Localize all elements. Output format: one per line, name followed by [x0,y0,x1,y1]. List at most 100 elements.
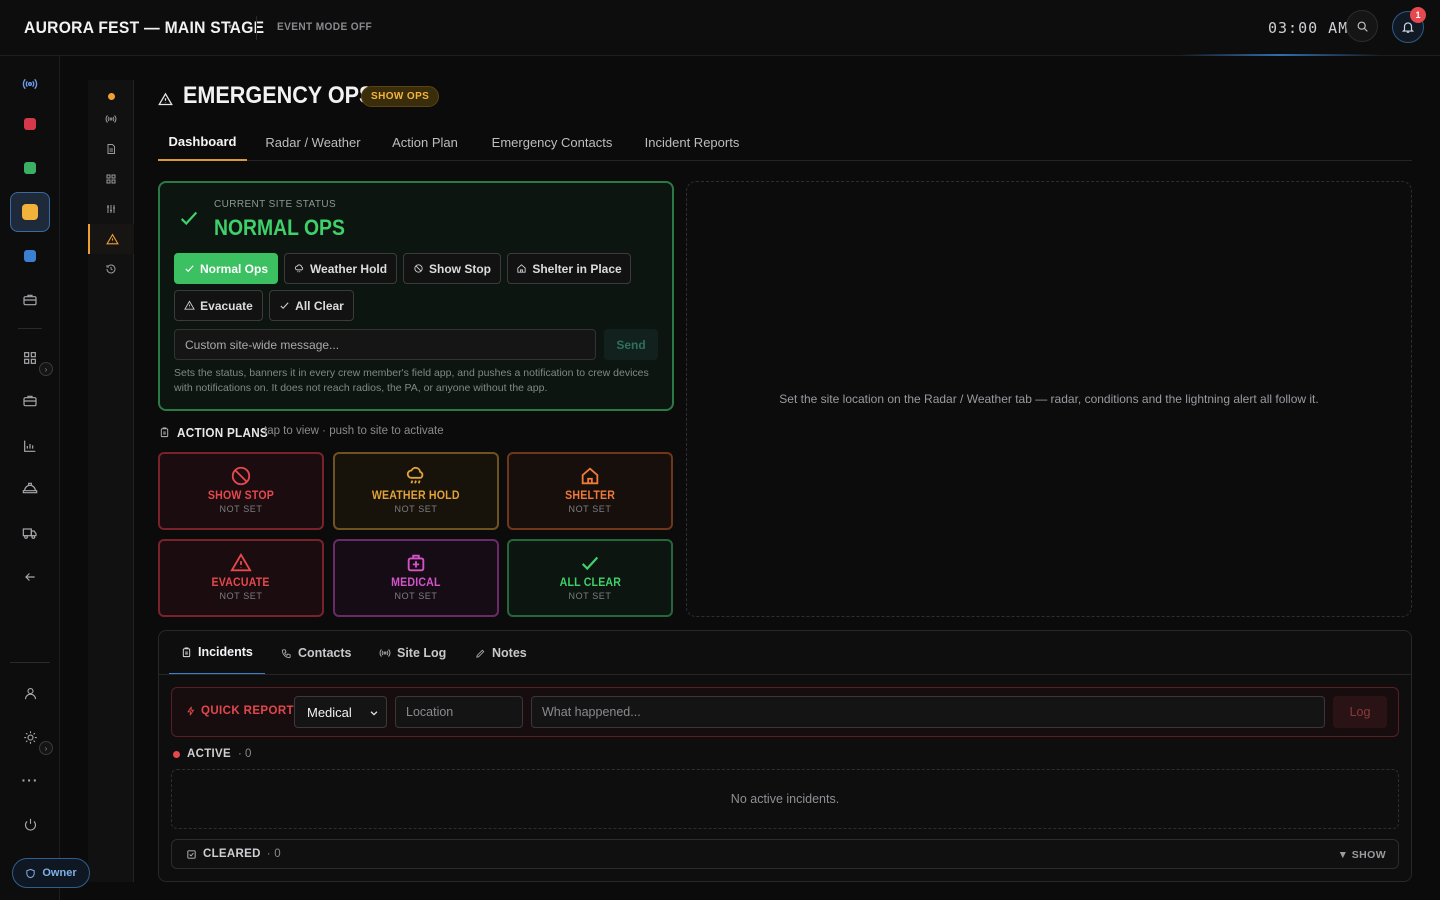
rail-item-amber[interactable] [10,192,50,232]
tab-bar: Dashboard Radar / Weather Action Plan Em… [158,124,1412,161]
chevron-down-icon[interactable]: ▾ [228,22,232,31]
location-input[interactable]: Location [395,696,523,728]
plan-title: ALL CLEAR [559,577,621,589]
search-button[interactable] [1346,10,1378,42]
ban-icon [414,264,423,273]
rail-item-briefcase[interactable] [10,381,50,421]
status-chip-show-stop[interactable]: Show Stop [403,253,501,284]
status-chip-weather-hold[interactable]: Weather Hold [284,253,397,284]
subrail-item-emergency[interactable] [88,224,134,254]
rail-item-power[interactable] [10,804,50,844]
chart-icon [24,440,36,452]
rail-item-green[interactable] [10,148,50,188]
quick-report-bar: QUICK REPORT Medical Location What happe… [171,687,1399,737]
incident-type-value: Medical [307,704,352,720]
expand-chevron-icon[interactable]: › [39,362,53,376]
send-button[interactable]: Send [604,329,658,360]
divider [256,16,257,40]
rail-item-more[interactable]: ··· [10,760,50,800]
status-chip-evacuate[interactable]: Evacuate [174,290,263,321]
plan-status: NOT SET [219,591,263,601]
status-chip-all-clear[interactable]: All Clear [269,290,354,321]
top-bar: AURORA FEST — MAIN STAGE ▾ EVENT MODE OF… [0,0,1440,56]
cloud-rain-icon [294,264,304,273]
log-button[interactable]: Log [1333,696,1387,728]
rail-item-toolbox[interactable] [10,280,50,320]
expand-chevron-icon[interactable]: › [39,741,53,755]
cleared-header: CLEARED · 0 [186,848,281,860]
tab-action-plan[interactable]: Action Plan [382,124,468,161]
rail-item-truck[interactable] [10,513,50,553]
chip-label: Shelter in Place [532,261,622,276]
rail-item-chart[interactable] [10,426,50,466]
sun-icon [23,730,37,744]
grid-icon [106,174,116,184]
subrail-item-sliders[interactable] [88,194,134,224]
owner-button[interactable]: Owner [12,858,90,888]
incident-type-select[interactable]: Medical [294,696,387,728]
status-chip-normal-ops[interactable]: Normal Ops [174,253,278,284]
rail-item-user[interactable] [10,673,50,713]
section-rail [88,80,134,882]
show-cleared-toggle[interactable]: ▼ SHOW [1338,849,1386,861]
warning-icon [230,552,252,572]
clipboard-icon [160,427,169,438]
what-happened-input[interactable]: What happened... [531,696,1325,728]
subrail-item-grid[interactable] [88,164,134,194]
plan-all-clear[interactable]: ALL CLEAR NOT SET [507,539,673,617]
action-plans-title: ACTION PLANS [177,425,268,440]
tab-site-log[interactable]: Site Log [367,631,458,675]
tab-radar-weather[interactable]: Radar / Weather [258,124,368,161]
rail-item-hardhat[interactable] [10,468,50,508]
clipboard-icon [182,646,191,657]
rail-item-red[interactable] [10,104,50,144]
plan-shelter[interactable]: SHELTER NOT SET [507,452,673,530]
tab-contacts[interactable]: Contacts [269,631,363,675]
phone-icon [281,648,291,658]
left-rail: › › ··· [0,56,60,900]
radar-message: Set the site location on the Radar / Wea… [779,392,1319,406]
lightning-icon [187,706,195,716]
tab-incident-reports[interactable]: Incident Reports [636,124,748,161]
document-icon [107,144,115,154]
history-icon [106,264,116,274]
plan-medical[interactable]: MEDICAL NOT SET [333,539,499,617]
subrail-item-document[interactable] [88,134,134,164]
plan-title: SHOW STOP [207,490,275,502]
radio-icon [22,78,38,90]
warning-icon [158,92,173,105]
event-mode-status[interactable]: EVENT MODE OFF [277,21,372,33]
checkbox-icon [187,849,196,859]
status-chip-shelter[interactable]: Shelter in Place [507,253,631,284]
subrail-item-radio[interactable] [88,104,134,134]
page-title: EMERGENCY OPS [183,82,374,109]
check-icon [280,302,289,310]
plan-status: NOT SET [568,591,612,601]
plan-title: EVACUATE [211,577,271,589]
plan-evacuate[interactable]: EVACUATE NOT SET [158,539,324,617]
plan-show-stop[interactable]: SHOW STOP NOT SET [158,452,324,530]
rail-item-radio[interactable] [10,64,50,104]
blue-square-icon [24,250,36,262]
site-message-input[interactable]: Custom site-wide message... [174,329,596,360]
subrail-item-history[interactable] [88,254,134,284]
tab-dashboard[interactable]: Dashboard [158,124,247,161]
plan-status: NOT SET [219,504,263,514]
check-icon [581,556,599,571]
tab-incidents[interactable]: Incidents [169,631,265,675]
tab-notes[interactable]: Notes [463,631,539,675]
plan-title: SHELTER [565,490,615,502]
action-plans-header: ACTION PLANS [159,425,278,440]
rail-item-blue[interactable] [10,236,50,276]
truck-icon [22,528,37,539]
collapse-button[interactable] [10,557,50,597]
rail-divider [10,662,50,663]
incidents-panel: Incidents Contacts Site Log Notes QUICK … [158,630,1412,882]
plan-weather-hold[interactable]: WEATHER HOLD NOT SET [333,452,499,530]
ban-icon [231,466,251,486]
tab-emergency-contacts[interactable]: Emergency Contacts [482,124,622,161]
warning-icon [184,300,196,310]
search-icon [1357,21,1368,32]
plan-status: NOT SET [394,504,438,514]
cleared-incidents-bar[interactable]: CLEARED · 0 ▼ SHOW [171,839,1399,869]
